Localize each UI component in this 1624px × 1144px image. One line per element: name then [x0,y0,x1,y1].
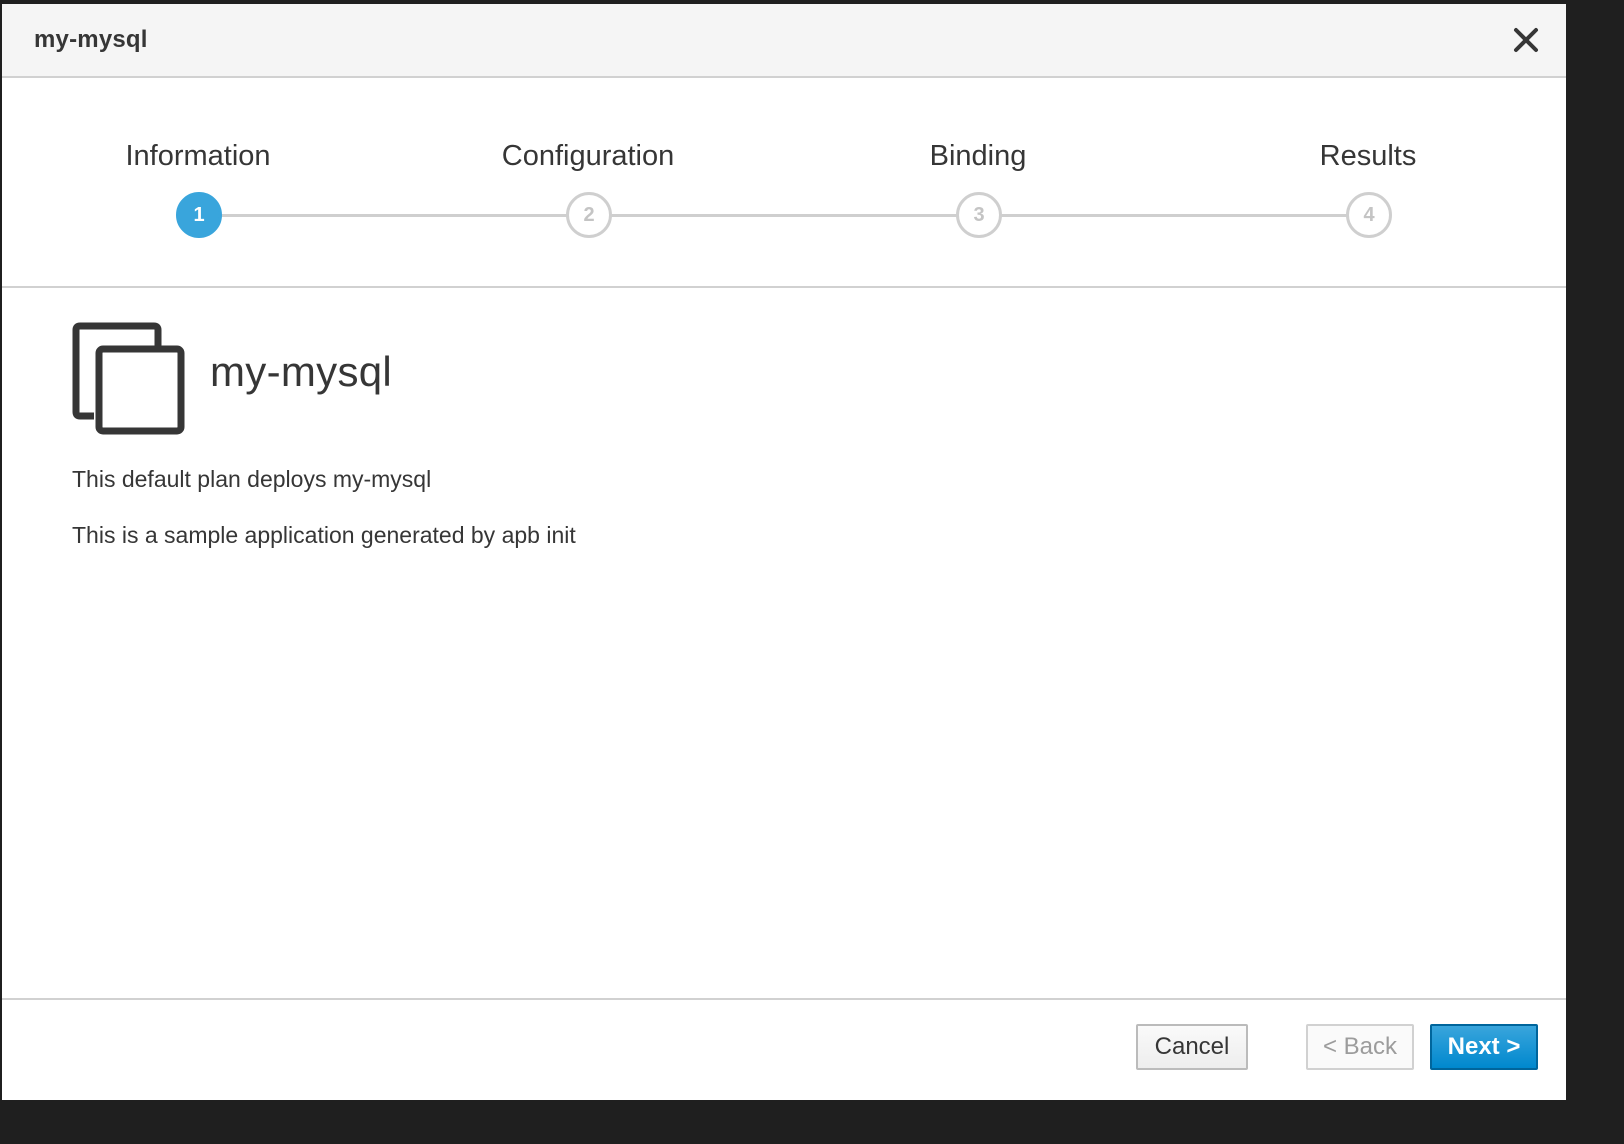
step-connector [198,214,588,217]
copy-icon [72,322,185,435]
close-icon [1514,28,1538,52]
plan-description: This default plan deploys my-mysql [72,466,432,492]
dialog-title: my-mysql [34,26,148,53]
step-label-binding[interactable]: Binding [930,140,1027,173]
step-circle-3[interactable]: 3 [956,192,1002,238]
step-label-results[interactable]: Results [1320,140,1417,173]
step-connector [978,214,1368,217]
step-connector [588,214,978,217]
step-circle-4[interactable]: 4 [1346,192,1392,238]
step-label-information[interactable]: Information [125,140,270,173]
back-button[interactable]: < Back [1306,1024,1414,1070]
service-description: This is a sample application generated b… [72,522,576,548]
dialog-footer: Cancel < Back Next > [2,998,1566,1100]
step-circle-1[interactable]: 1 [176,192,222,238]
service-name: my-mysql [210,348,393,395]
cancel-button[interactable]: Cancel [1136,1024,1248,1070]
step-circle-2[interactable]: 2 [566,192,612,238]
step-content: my-mysql This default plan deploys my-my… [2,288,1566,998]
step-label-configuration[interactable]: Configuration [502,140,675,173]
wizard-steps: Information Configuration Binding Result… [2,78,1566,288]
next-button[interactable]: Next > [1430,1024,1538,1070]
close-button[interactable] [1508,22,1544,58]
dialog-header: my-mysql [2,4,1566,78]
wizard-dialog: my-mysql Information Configuration Bindi… [2,4,1566,1100]
